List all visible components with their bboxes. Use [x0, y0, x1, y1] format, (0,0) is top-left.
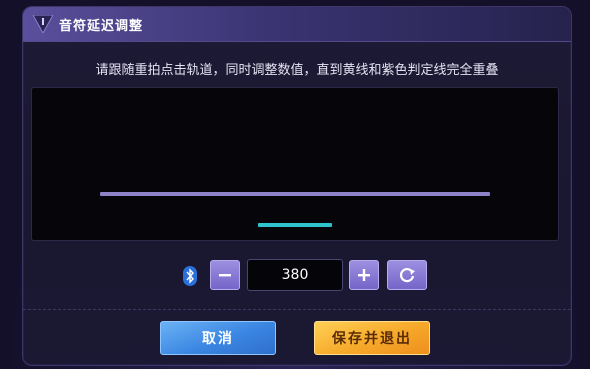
- info-triangle-icon: [33, 15, 53, 33]
- delay-controls: 380: [23, 259, 571, 293]
- dialog-title: 音符延迟调整: [59, 19, 144, 34]
- cancel-button[interactable]: 取消: [160, 321, 276, 355]
- increase-delay-button[interactable]: [349, 260, 379, 290]
- judge-line: [100, 192, 490, 196]
- delay-value-field[interactable]: 380: [247, 259, 343, 291]
- footer-divider: [23, 309, 571, 310]
- dialog-titlebar: 音符延迟调整: [23, 7, 571, 42]
- plus-icon: [358, 269, 370, 281]
- refresh-icon: [399, 268, 415, 283]
- bluetooth-icon: [183, 266, 197, 286]
- save-and-exit-button[interactable]: 保存并退出: [314, 321, 430, 355]
- reset-delay-button[interactable]: [387, 260, 427, 290]
- note-delay-dialog: 音符延迟调整 请跟随重拍点击轨道，同时调整数值，直到黄线和紫色判定线完全重叠 3…: [22, 6, 572, 366]
- timing-preview-area[interactable]: [31, 87, 559, 241]
- instruction-text: 请跟随重拍点击轨道，同时调整数值，直到黄线和紫色判定线完全重叠: [95, 63, 499, 78]
- minus-icon: [219, 274, 231, 277]
- note-line: [258, 223, 332, 227]
- decrease-delay-button[interactable]: [210, 260, 240, 290]
